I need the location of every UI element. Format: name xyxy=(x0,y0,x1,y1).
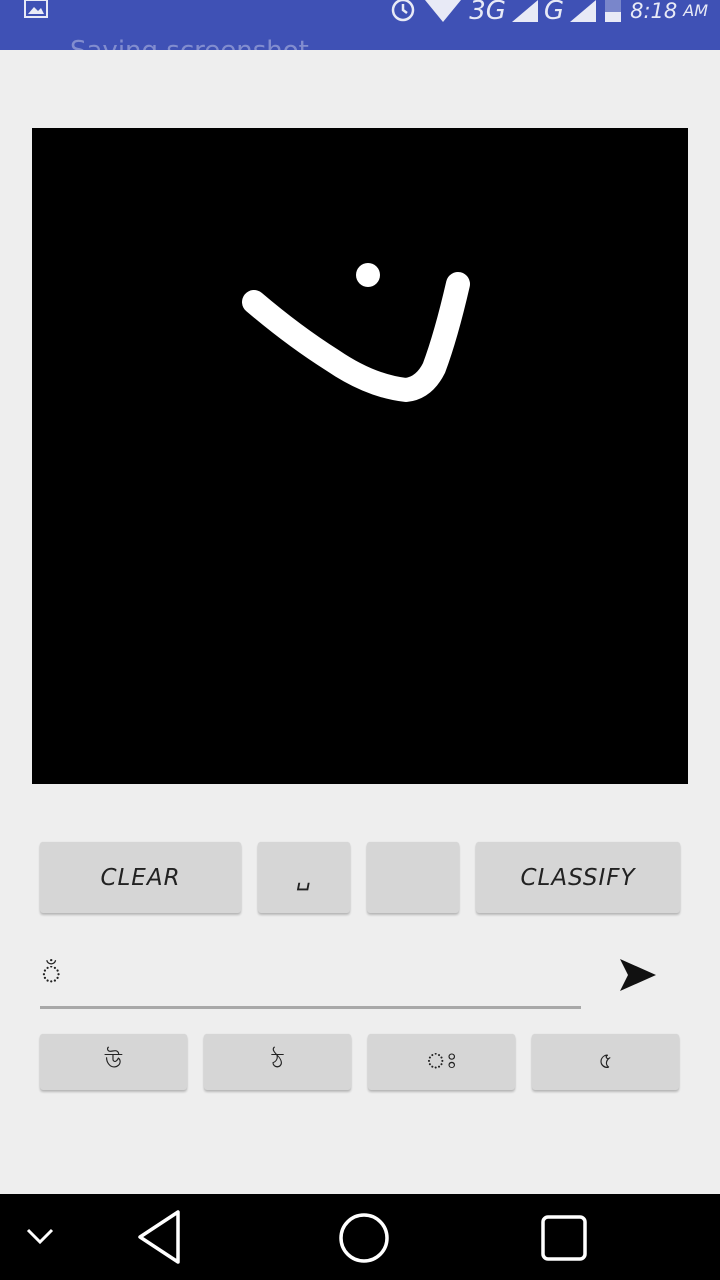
status-bar: Saving screenshot... 3G G 8:18 AM xyxy=(0,0,720,50)
chevron-down-icon[interactable] xyxy=(24,1226,56,1248)
result-text-field[interactable] xyxy=(40,946,581,1009)
back-icon[interactable] xyxy=(134,1208,186,1266)
recents-icon[interactable] xyxy=(540,1214,588,1262)
classify-button[interactable]: CLASSIFY xyxy=(476,842,680,913)
network-type-g: G xyxy=(543,0,565,26)
image-icon xyxy=(24,0,48,18)
suggestion-button-4[interactable]: ৫ xyxy=(532,1034,679,1090)
suggestion-button-1[interactable]: উ xyxy=(40,1034,187,1090)
clock-ampm: AM xyxy=(683,1,708,20)
status-indicators: 3G G 8:18 AM xyxy=(389,0,708,26)
home-icon[interactable] xyxy=(338,1212,390,1264)
clock-time: 8:18 xyxy=(630,0,678,23)
space-button[interactable]: ␣ xyxy=(258,842,350,913)
wifi-icon xyxy=(425,0,462,22)
send-icon[interactable] xyxy=(616,955,660,995)
battery-icon xyxy=(605,0,622,22)
suggestion-button-3[interactable]: ঃ xyxy=(368,1034,515,1090)
clear-button[interactable]: CLEAR xyxy=(40,842,241,913)
signal-icon xyxy=(511,0,538,22)
handwriting-stroke xyxy=(242,263,470,402)
blank-button[interactable] xyxy=(367,842,459,913)
result-text-input[interactable] xyxy=(40,946,581,1006)
network-type-3g: 3G xyxy=(469,0,506,26)
suggestion-button-2[interactable]: ঠ xyxy=(204,1034,351,1090)
navigation-bar xyxy=(0,1194,720,1280)
notification-ticker-text: Saving screenshot... xyxy=(70,36,334,50)
drawing-canvas[interactable] xyxy=(32,128,688,784)
signal-icon-2 xyxy=(570,0,597,22)
alarm-icon xyxy=(391,0,415,22)
